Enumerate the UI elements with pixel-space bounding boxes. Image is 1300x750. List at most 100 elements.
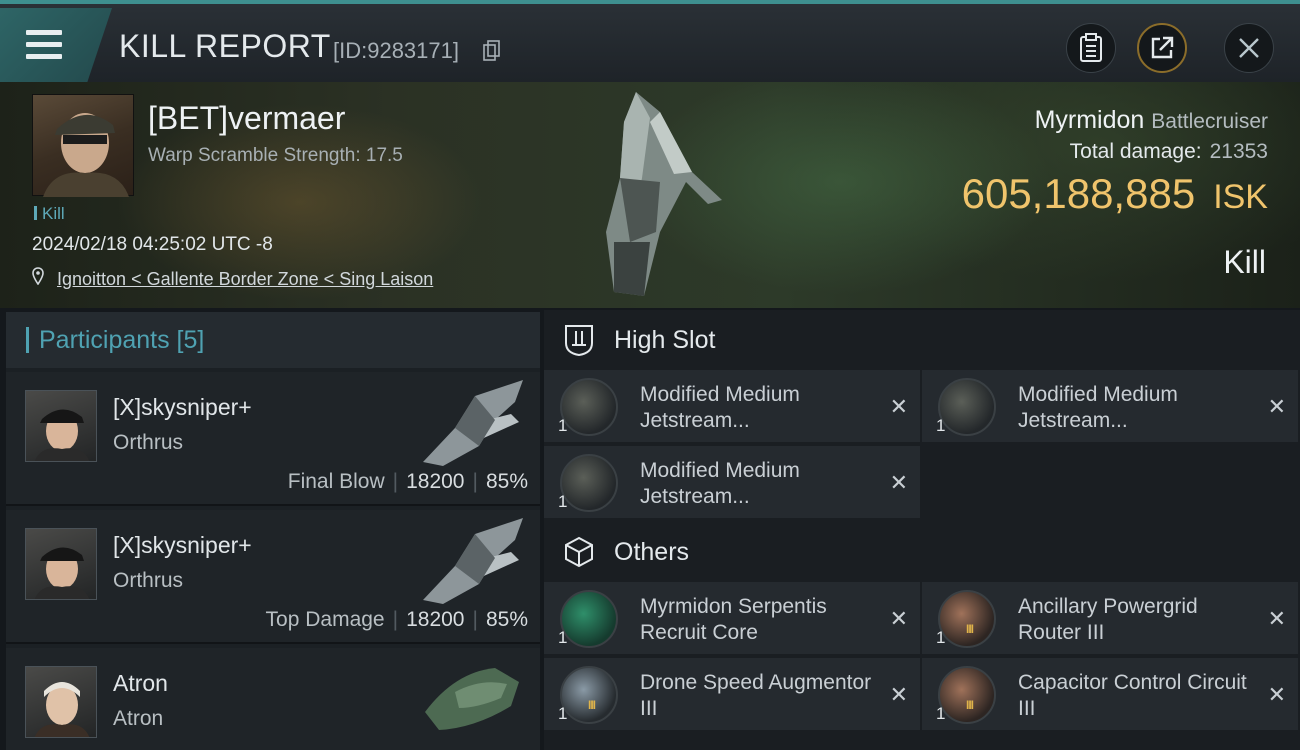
participant-ship: Orthrus bbox=[113, 431, 184, 454]
pilot-portrait-image bbox=[34, 547, 90, 599]
report-id: [ID:9283171] bbox=[333, 38, 459, 63]
participant-ship-image bbox=[423, 380, 523, 466]
participant-name[interactable]: [X]skysniper+ bbox=[113, 532, 252, 559]
participant-ship: Atron bbox=[113, 707, 164, 730]
share-button[interactable] bbox=[1137, 23, 1187, 73]
module-name: Modified Medium Jetstream... bbox=[640, 459, 800, 508]
victim-ship-image bbox=[606, 92, 722, 296]
total-damage: Total damage: 21353 bbox=[1070, 140, 1268, 164]
participants-header[interactable]: Participants [5] bbox=[6, 312, 540, 368]
high-slot-title: High Slot bbox=[614, 325, 716, 354]
participant-stats: Top Damage | 18200 | 85% bbox=[265, 608, 528, 631]
participant-stats: Final Blow | 18200 | 85% bbox=[287, 470, 528, 493]
module-item[interactable]: 1 Modified Medium Jetstream... ✕ bbox=[922, 370, 1298, 442]
module-name: Myrmidon Serpentis Recruit Core bbox=[640, 595, 827, 644]
cube-icon bbox=[565, 536, 593, 568]
module-item[interactable]: III 1 Drone Speed Augmentor III ✕ bbox=[544, 658, 920, 730]
tier-badge: III bbox=[588, 698, 596, 712]
participant-percent: 85% bbox=[485, 470, 528, 493]
participant-name[interactable]: [X]skysniper+ bbox=[113, 394, 252, 421]
participant-percent: 85% bbox=[485, 608, 528, 631]
participant-damage: 18200 bbox=[406, 608, 465, 631]
participant-avatar[interactable] bbox=[25, 666, 97, 738]
victim-ship-class: Battlecruiser bbox=[1151, 110, 1268, 133]
victim-portrait[interactable] bbox=[32, 94, 134, 197]
participant-damage: 18200 bbox=[406, 470, 465, 493]
powergrid-router-icon bbox=[938, 590, 996, 648]
module-item[interactable]: 1 Myrmidon Serpentis Recruit Core ✕ bbox=[544, 582, 920, 654]
module-quantity: 1 bbox=[936, 628, 946, 647]
kill-datetime: 2024/02/18 04:25:02 UTC -8 bbox=[32, 234, 273, 255]
module-quantity: 1 bbox=[936, 416, 946, 435]
close-button[interactable] bbox=[1224, 23, 1274, 73]
module-quantity: 1 bbox=[558, 492, 568, 511]
pilot-portrait-image bbox=[43, 113, 129, 197]
participant-row[interactable]: Atron Atron bbox=[6, 648, 540, 750]
module-quantity: 1 bbox=[558, 628, 568, 647]
high-slot-modules: 1 Modified Medium Jetstream... ✕ 1 Modif… bbox=[544, 370, 1300, 522]
participant-ship-image bbox=[425, 668, 519, 730]
remove-icon[interactable]: ✕ bbox=[890, 606, 908, 632]
menu-icon bbox=[26, 30, 62, 60]
clipboard-button[interactable] bbox=[1066, 23, 1116, 73]
module-item[interactable]: 1 Modified Medium Jetstream... ✕ bbox=[544, 370, 920, 442]
total-damage-label: Total damage: bbox=[1069, 140, 1202, 163]
tier-badge: III bbox=[966, 698, 974, 712]
pilot-portrait-image bbox=[34, 682, 90, 737]
close-icon bbox=[1239, 38, 1259, 58]
pilot-portrait-image bbox=[34, 409, 90, 461]
victim-ship-info: Myrmidon Battlecruiser bbox=[1035, 106, 1268, 135]
participant-role: Top Damage bbox=[265, 608, 385, 631]
empty-slot bbox=[922, 446, 1298, 518]
victim-name[interactable]: [BET]vermaer bbox=[148, 100, 345, 137]
participant-name[interactable]: Atron bbox=[113, 670, 168, 697]
kill-result: Kill bbox=[1223, 244, 1266, 280]
total-damage-value: 21353 bbox=[1209, 140, 1268, 163]
module-quantity: 1 bbox=[558, 704, 568, 723]
capacitor-circuit-icon bbox=[938, 666, 996, 724]
remove-icon[interactable]: ✕ bbox=[890, 394, 908, 420]
module-item[interactable]: III 1 Ancillary Powergrid Router III ✕ bbox=[922, 582, 1298, 654]
remove-icon[interactable]: ✕ bbox=[890, 682, 908, 708]
participant-ship-image bbox=[423, 518, 523, 604]
fitting-panel: High Slot 1 Modified Medium Jetstream...… bbox=[544, 310, 1300, 750]
module-name: Ancillary Powergrid Router III bbox=[1018, 595, 1198, 644]
high-slot-header: High Slot bbox=[544, 310, 1300, 370]
others-modules: 1 Myrmidon Serpentis Recruit Core ✕ III … bbox=[544, 582, 1300, 734]
module-item[interactable]: III 1 Capacitor Control Circuit III ✕ bbox=[922, 658, 1298, 730]
participant-avatar[interactable] bbox=[25, 390, 97, 462]
isk-unit: ISK bbox=[1213, 178, 1268, 216]
warp-scramble-strength: Warp Scramble Strength: 17.5 bbox=[148, 145, 403, 166]
module-quantity: 1 bbox=[558, 416, 568, 435]
module-quantity: 1 bbox=[936, 704, 946, 723]
remove-icon[interactable]: ✕ bbox=[1268, 394, 1286, 420]
isk-amount: 605,188,885 bbox=[961, 170, 1196, 217]
participant-avatar[interactable] bbox=[25, 528, 97, 600]
page-title: KILL REPORT bbox=[119, 28, 331, 64]
remove-icon[interactable]: ✕ bbox=[890, 470, 908, 496]
participant-row[interactable]: [X]skysniper+ Orthrus Top Damage | 18200 | 8… bbox=[6, 510, 540, 644]
kill-location[interactable]: Ignoitton < Gallente Border Zone < Sing … bbox=[32, 267, 433, 290]
victim-banner: [BET]vermaer Warp Scramble Strength: 17.… bbox=[0, 82, 1300, 308]
participant-row[interactable]: [X]skysniper+ Orthrus Final Blow | 18200 | 8… bbox=[6, 372, 540, 506]
module-name: Capacitor Control Circuit III bbox=[1018, 671, 1247, 720]
kill-tag: Kill bbox=[34, 204, 65, 224]
location-pin-icon bbox=[32, 267, 44, 286]
menu-button[interactable] bbox=[0, 8, 112, 82]
location-link[interactable]: Ignoitton < Gallente Border Zone < Sing … bbox=[57, 269, 433, 289]
high-slot-icon bbox=[565, 325, 593, 357]
module-item[interactable]: 1 Modified Medium Jetstream... ✕ bbox=[544, 446, 920, 518]
copy-icon[interactable] bbox=[483, 40, 501, 62]
recruit-core-icon bbox=[560, 590, 618, 648]
module-name: Modified Medium Jetstream... bbox=[1018, 383, 1178, 432]
remove-icon[interactable]: ✕ bbox=[1268, 606, 1286, 632]
victim-ship-name[interactable]: Myrmidon bbox=[1035, 106, 1145, 134]
others-title: Others bbox=[614, 537, 690, 566]
remove-icon[interactable]: ✕ bbox=[1268, 682, 1286, 708]
participant-role: Final Blow bbox=[287, 470, 385, 493]
module-name: Modified Medium Jetstream... bbox=[640, 383, 800, 432]
participant-ship: Orthrus bbox=[113, 569, 184, 592]
jetstream-module-icon bbox=[560, 454, 618, 512]
jetstream-module-icon bbox=[938, 378, 996, 436]
others-header: Others bbox=[544, 522, 1300, 582]
